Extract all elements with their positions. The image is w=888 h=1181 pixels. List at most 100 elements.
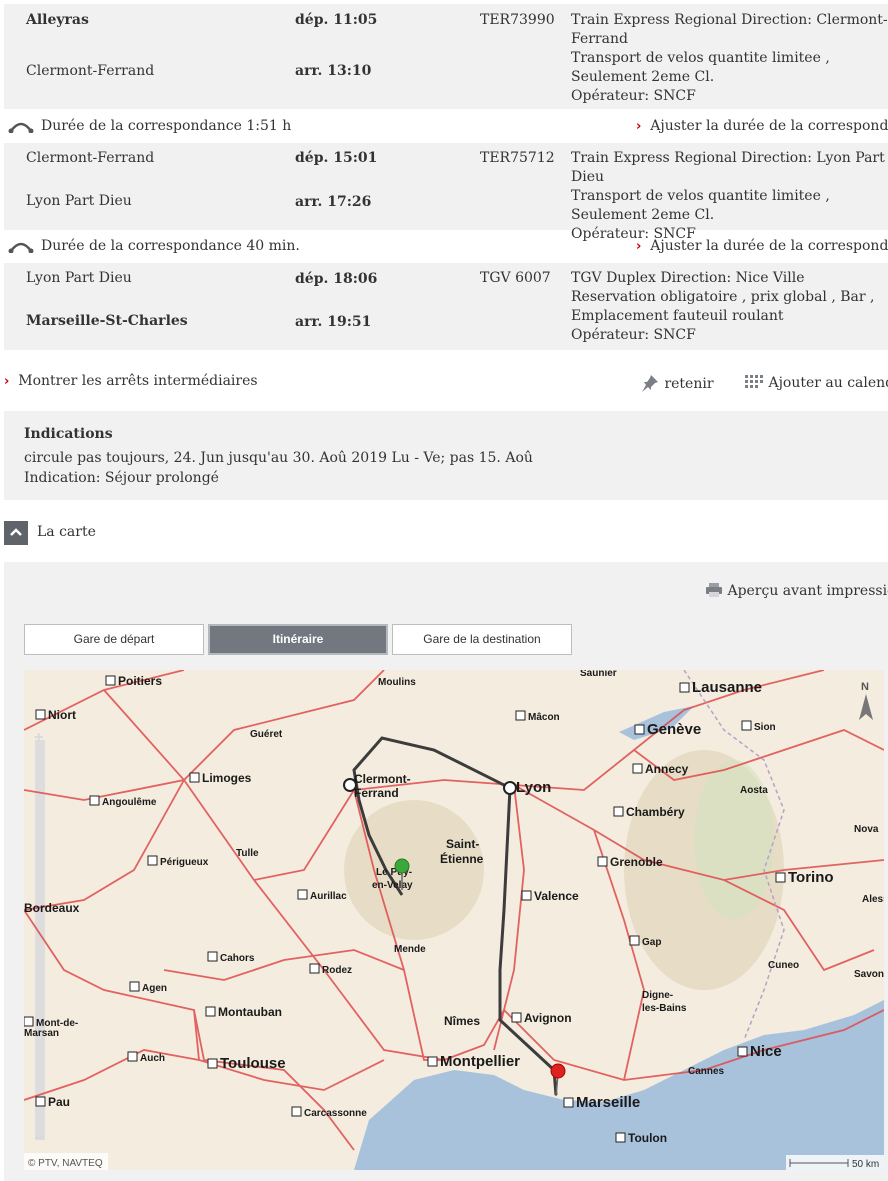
- connection-icon: [8, 242, 34, 253]
- leg-2-info-line: Train Express Regional Direction: Lyon P…: [571, 150, 885, 185]
- connection-2: Durée de la correspondance 40 min. › Aju…: [4, 230, 888, 262]
- show-intermediate-stops-link[interactable]: › Montrer les arrêts intermédiaires: [4, 372, 258, 391]
- leg-2-to: Lyon Part Dieu: [26, 193, 132, 209]
- map-city-label: Toulon: [628, 1131, 667, 1145]
- svg-text:+: +: [34, 729, 43, 746]
- tab-departure-station[interactable]: Gare de départ: [24, 624, 204, 655]
- city-marker-icon: [515, 710, 526, 721]
- map-toggle-label: La carte: [37, 524, 96, 540]
- leg-1-arr: arr. 13:10: [295, 63, 372, 79]
- leg-1-info-line: Transport de velos quantite limitee , Se…: [571, 50, 830, 85]
- map-city-label: Chambéry: [626, 805, 685, 819]
- city-marker-icon: [291, 1106, 302, 1117]
- leg-2-info-line: Transport de velos quantite limitee , Se…: [571, 188, 830, 223]
- retain-label: retenir: [664, 376, 714, 392]
- map-city-label: Moulins: [378, 677, 416, 688]
- city-marker-icon: [207, 951, 218, 962]
- city-marker-icon: [207, 1058, 218, 1069]
- leg-2-train: TER75712: [480, 150, 555, 166]
- route-map[interactable]: + – Poitiers Niort Guéret Moulins Saunie…: [24, 670, 884, 1170]
- map-city-label: Carcassonne: [304, 1108, 367, 1119]
- leg-2: Clermont-Ferrand dép. 15:01 TER75712 Tra…: [4, 143, 888, 242]
- print-preview-label: Aperçu avant impression: [727, 583, 888, 599]
- alps-green: [694, 760, 774, 920]
- city-marker-icon: [24, 1016, 34, 1027]
- scale-label: 50 km: [852, 1159, 879, 1170]
- calendar-icon: [745, 375, 763, 388]
- map-city-label: Marsan: [24, 1028, 59, 1039]
- city-marker-icon: [129, 981, 140, 992]
- connection-1-duration: Durée de la correspondance 1:51 h: [41, 118, 292, 134]
- north-arrow-icon: N: [859, 681, 873, 720]
- map-city-label: Angoulême: [102, 797, 157, 808]
- add-to-calendar-button[interactable]: Ajouter au calendrier: [744, 374, 888, 393]
- calendar-label: Ajouter au calendrier: [768, 375, 888, 391]
- city-marker-icon: [309, 963, 320, 974]
- chevron-up-icon: [4, 521, 28, 545]
- svg-text:–: –: [35, 1129, 44, 1146]
- city-marker-icon: [737, 1046, 748, 1057]
- leg-3-to: Marseille-St-Charles: [26, 313, 188, 329]
- chevron-right-icon: ›: [636, 239, 642, 254]
- leg-3-train: TGV 6007: [480, 270, 551, 286]
- city-marker-icon: [511, 1012, 522, 1023]
- tab-destination-station[interactable]: Gare de la destination: [392, 624, 572, 655]
- map-city-label: Limoges: [202, 771, 252, 785]
- indications-line: Indication: Séjour prolongé: [24, 470, 219, 486]
- city-marker-icon: [427, 1056, 438, 1067]
- city-marker-icon: [147, 855, 158, 866]
- map-city-label: Aurillac: [310, 891, 347, 902]
- adjust-connection-1-link[interactable]: › Ajuster la durée de la correspondance: [636, 117, 888, 136]
- map-city-label: Sion: [754, 722, 776, 733]
- copyright-label: © PTV, NAVTEQ: [28, 1158, 103, 1169]
- map-city-label: Auch: [140, 1053, 165, 1064]
- pin-icon: [642, 375, 658, 392]
- city-marker-icon: [297, 889, 308, 900]
- map-city-label: Montpellier: [440, 1053, 520, 1070]
- map-city-label: Cuneo: [768, 960, 799, 971]
- map-city-label: Saunier: [580, 670, 617, 679]
- map-city-label: Étienne: [440, 851, 484, 866]
- route-stop-marker: [503, 781, 517, 795]
- leg-3-arr: arr. 19:51: [295, 314, 372, 330]
- map-city-label: Montauban: [218, 1005, 282, 1019]
- city-marker-icon: [35, 709, 46, 720]
- map-city-label: Lausanne: [692, 679, 762, 696]
- map-city-label: Pau: [48, 1095, 70, 1109]
- city-marker-icon: [679, 682, 690, 693]
- chevron-right-icon: ›: [636, 119, 642, 134]
- map-city-label: Torino: [788, 869, 834, 886]
- city-marker-icon: [521, 890, 532, 901]
- map-city-label: Poitiers: [118, 674, 162, 688]
- map-scale: 50 km: [786, 1155, 884, 1170]
- map-city-label: Annecy: [645, 762, 689, 776]
- leg-3-info: TGV Duplex Direction: Nice Ville Reserva…: [571, 269, 888, 345]
- map-city-label: Marseille: [576, 1094, 640, 1111]
- map-city-label: Toulouse: [220, 1055, 286, 1072]
- map-city-label: Digne-: [642, 990, 673, 1001]
- leg-1-dep: dép. 11:05: [295, 12, 378, 28]
- tab-itinerary[interactable]: Itinéraire: [208, 624, 388, 655]
- map-city-label: Cahors: [220, 953, 255, 964]
- leg-2-arr: arr. 17:26: [295, 194, 372, 210]
- map-city-label: Ferrand: [354, 786, 399, 800]
- city-marker-icon: [741, 720, 752, 731]
- map-city-label: Périgueux: [160, 857, 209, 868]
- city-marker-icon: [189, 772, 200, 783]
- map-city-label: Aless: [862, 894, 884, 905]
- print-preview-link[interactable]: Aperçu avant impression: [705, 582, 888, 601]
- map-city-label: Mâcon: [528, 712, 560, 723]
- leg-3-dep: dép. 18:06: [295, 271, 378, 287]
- adjust-label: Ajuster la durée de la correspondance: [650, 238, 888, 254]
- connection-1: Durée de la correspondance 1:51 h › Ajus…: [4, 110, 888, 142]
- leg-1-train: TER73990: [480, 12, 555, 28]
- leg-3-info-line: TGV Duplex Direction: Nice Ville: [571, 270, 805, 286]
- map-city-label: Agen: [142, 983, 167, 994]
- city-marker-icon: [597, 856, 608, 867]
- map-city-label: les-Bains: [642, 1003, 687, 1014]
- retain-button[interactable]: retenir: [640, 374, 714, 394]
- city-marker-icon: [89, 795, 100, 806]
- leg-1-info-line: Opérateur: SNCF: [571, 88, 696, 104]
- adjust-connection-2-link[interactable]: › Ajuster la durée de la correspondance: [636, 237, 888, 256]
- map-city-label: Nîmes: [444, 1014, 480, 1028]
